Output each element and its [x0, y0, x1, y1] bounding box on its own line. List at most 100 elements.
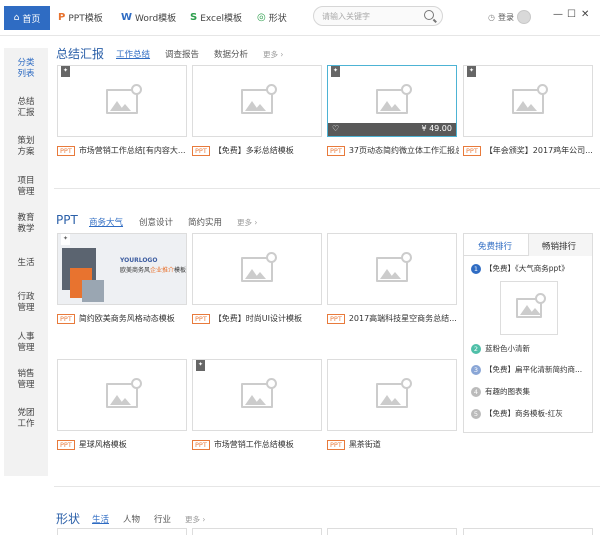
rank-label: 【免费】《大气商务ppt》	[485, 264, 569, 273]
tab-shapes[interactable]: ◎ 形状	[257, 11, 287, 24]
rank-label: 有趣的图表集	[485, 387, 530, 396]
more-link-shapes[interactable]: 更多 ›	[185, 514, 205, 525]
ranking-panel: 免费排行 畅销排行 1 【免费】《大气商务ppt》 2 蓝粉色小清新 3 【免费】扁平…	[463, 233, 593, 433]
image-placeholder-icon	[106, 84, 142, 114]
ranking-item[interactable]: 5 【免费】商务模板-红灰	[471, 408, 589, 419]
bookmark-icon[interactable]: ✦	[467, 66, 476, 77]
ppt-tag: PPT	[327, 439, 345, 450]
card-caption[interactable]: PPT 黑茶街道	[327, 439, 459, 450]
card-caption[interactable]: PPT 简约欧美商务风格动态模板	[57, 313, 189, 324]
minimize-icon[interactable]: —	[553, 9, 563, 20]
search-icon[interactable]	[424, 10, 434, 20]
more-link-ppt[interactable]: 更多 ›	[237, 217, 257, 228]
card-caption[interactable]: PPT 星球风格模板	[57, 439, 189, 450]
template-card[interactable]	[192, 233, 322, 305]
ranking-thumbnail[interactable]	[500, 281, 558, 335]
card-caption[interactable]: PPT 2017高端科技星空商务总结...	[327, 313, 459, 324]
template-card[interactable]: ✦	[463, 65, 593, 137]
card-caption[interactable]: PPT 37页动态简约微立体工作汇报总...	[327, 145, 459, 156]
card-caption[interactable]: PPT 【年会颁奖】2017鸡年公司...	[463, 145, 593, 156]
image-placeholder-icon	[241, 378, 277, 408]
template-card[interactable]	[327, 359, 457, 431]
featured-template-thumbnail[interactable]: ✦ YOURLOGO 欧美商务风企业推介模板	[57, 233, 187, 305]
sidebar-item-category-list[interactable]: 分类 列表	[4, 58, 48, 80]
login-button[interactable]: ◷ 登录	[488, 10, 531, 24]
caption-text: 2017高端科技星空商务总结...	[348, 314, 457, 323]
caption-text: 37页动态简约微立体工作汇报总...	[348, 146, 459, 155]
card-caption[interactable]: PPT 【免费】时尚UI设计模板	[192, 313, 324, 324]
sidebar-item-life[interactable]: 生活	[4, 258, 48, 269]
subtab-data-analysis[interactable]: 数据分析	[214, 48, 248, 60]
home-tab[interactable]: ⌂ 首页	[4, 6, 50, 30]
more-link-summary[interactable]: 更多 ›	[263, 49, 283, 60]
ranking-item[interactable]: 1 【免费】《大气商务ppt》	[471, 263, 589, 274]
section-divider	[54, 486, 600, 487]
sidebar-item-party[interactable]: 党团 工作	[4, 408, 48, 430]
tab-excel-templates[interactable]: S Excel模板	[190, 11, 242, 24]
sidebar-item-hr[interactable]: 人事 管理	[4, 332, 48, 354]
rank-number: 3	[471, 364, 481, 375]
tab-ppt-templates[interactable]: P PPT模板	[58, 11, 103, 24]
maximize-icon[interactable]: ☐	[567, 9, 576, 20]
section-divider	[54, 188, 600, 189]
card-caption[interactable]: PPT 【免费】多彩总结模板	[192, 145, 324, 156]
scrollbar[interactable]	[594, 40, 598, 530]
caption-text: 黑茶街道	[348, 440, 381, 449]
avatar[interactable]	[516, 10, 531, 24]
subtab-business[interactable]: 商务大气	[89, 216, 123, 228]
tab-bestseller-ranking[interactable]: 畅销排行	[542, 240, 576, 252]
ppt-tag: PPT	[57, 439, 75, 450]
subtab-industry[interactable]: 行业	[154, 513, 171, 525]
thumb-shape	[82, 280, 104, 302]
sidebar-item-sales[interactable]: 销售 管理	[4, 369, 48, 391]
card-caption[interactable]: PPT 市场营销工作总结[有内容大...	[57, 145, 189, 156]
ranking-item[interactable]: 3 【免费】扁平化清新简约商...	[471, 364, 589, 375]
template-card[interactable]	[57, 528, 187, 535]
bookmark-icon[interactable]: ✦	[331, 66, 340, 77]
thumb-title: 欧美商务风企业推介模板	[120, 265, 186, 274]
subtab-life[interactable]: 生活	[92, 513, 109, 525]
shapes-icon: ◎	[257, 12, 266, 23]
sidebar-item-planning[interactable]: 策划 方案	[4, 136, 48, 158]
sidebar-item-education[interactable]: 教育 教学	[4, 213, 48, 235]
price-bar: ♡ ¥ 49.00	[328, 123, 456, 136]
ranking-item[interactable]: 2 蓝粉色小清新	[471, 343, 589, 354]
heart-icon[interactable]: ♡	[332, 124, 339, 133]
search-input[interactable]: 请输入关键字	[313, 6, 443, 26]
subtab-people[interactable]: 人物	[123, 513, 140, 525]
template-card[interactable]: ✦	[57, 65, 187, 137]
image-placeholder-icon	[106, 378, 142, 408]
template-card[interactable]: ✦	[192, 359, 322, 431]
image-placeholder-icon	[376, 84, 412, 114]
excel-icon: S	[190, 12, 198, 23]
login-label: 登录	[497, 12, 514, 22]
rank-number: 4	[471, 386, 481, 397]
template-card[interactable]	[463, 528, 593, 535]
subtab-survey-report[interactable]: 调查报告	[165, 48, 199, 60]
sidebar-item-project[interactable]: 项目 管理	[4, 176, 48, 198]
subtab-simple[interactable]: 简约实用	[188, 216, 222, 228]
bookmark-icon[interactable]: ✦	[61, 66, 70, 77]
sidebar-item-summary[interactable]: 总结 汇报	[4, 97, 48, 119]
card-caption[interactable]: PPT 市场营销工作总结模板	[192, 439, 324, 450]
subtab-creative[interactable]: 创意设计	[139, 216, 173, 228]
bookmark-icon[interactable]: ✦	[61, 234, 70, 245]
ranking-item[interactable]: 4 有趣的图表集	[471, 386, 589, 397]
caption-text: 星球风格模板	[78, 440, 127, 449]
tab-word-templates[interactable]: W Word模板	[121, 11, 176, 24]
template-card[interactable]	[192, 528, 322, 535]
bookmark-icon[interactable]: ✦	[196, 360, 205, 371]
template-card-selected[interactable]: ✦ ♡ ¥ 49.00	[327, 65, 457, 137]
template-card[interactable]	[57, 359, 187, 431]
subtab-work-summary[interactable]: 工作总结	[116, 48, 150, 60]
image-placeholder-icon	[376, 378, 412, 408]
tab-free-ranking[interactable]: 免费排行	[478, 240, 512, 252]
close-icon[interactable]: ✕	[581, 9, 589, 20]
sidebar-item-admin[interactable]: 行政 管理	[4, 292, 48, 314]
section-title-ppt: PPT	[56, 213, 78, 227]
template-card[interactable]	[327, 233, 457, 305]
template-card[interactable]	[192, 65, 322, 137]
ppt-tag: PPT	[463, 145, 481, 156]
template-card[interactable]	[327, 528, 457, 535]
rank-number: 1	[471, 263, 481, 274]
